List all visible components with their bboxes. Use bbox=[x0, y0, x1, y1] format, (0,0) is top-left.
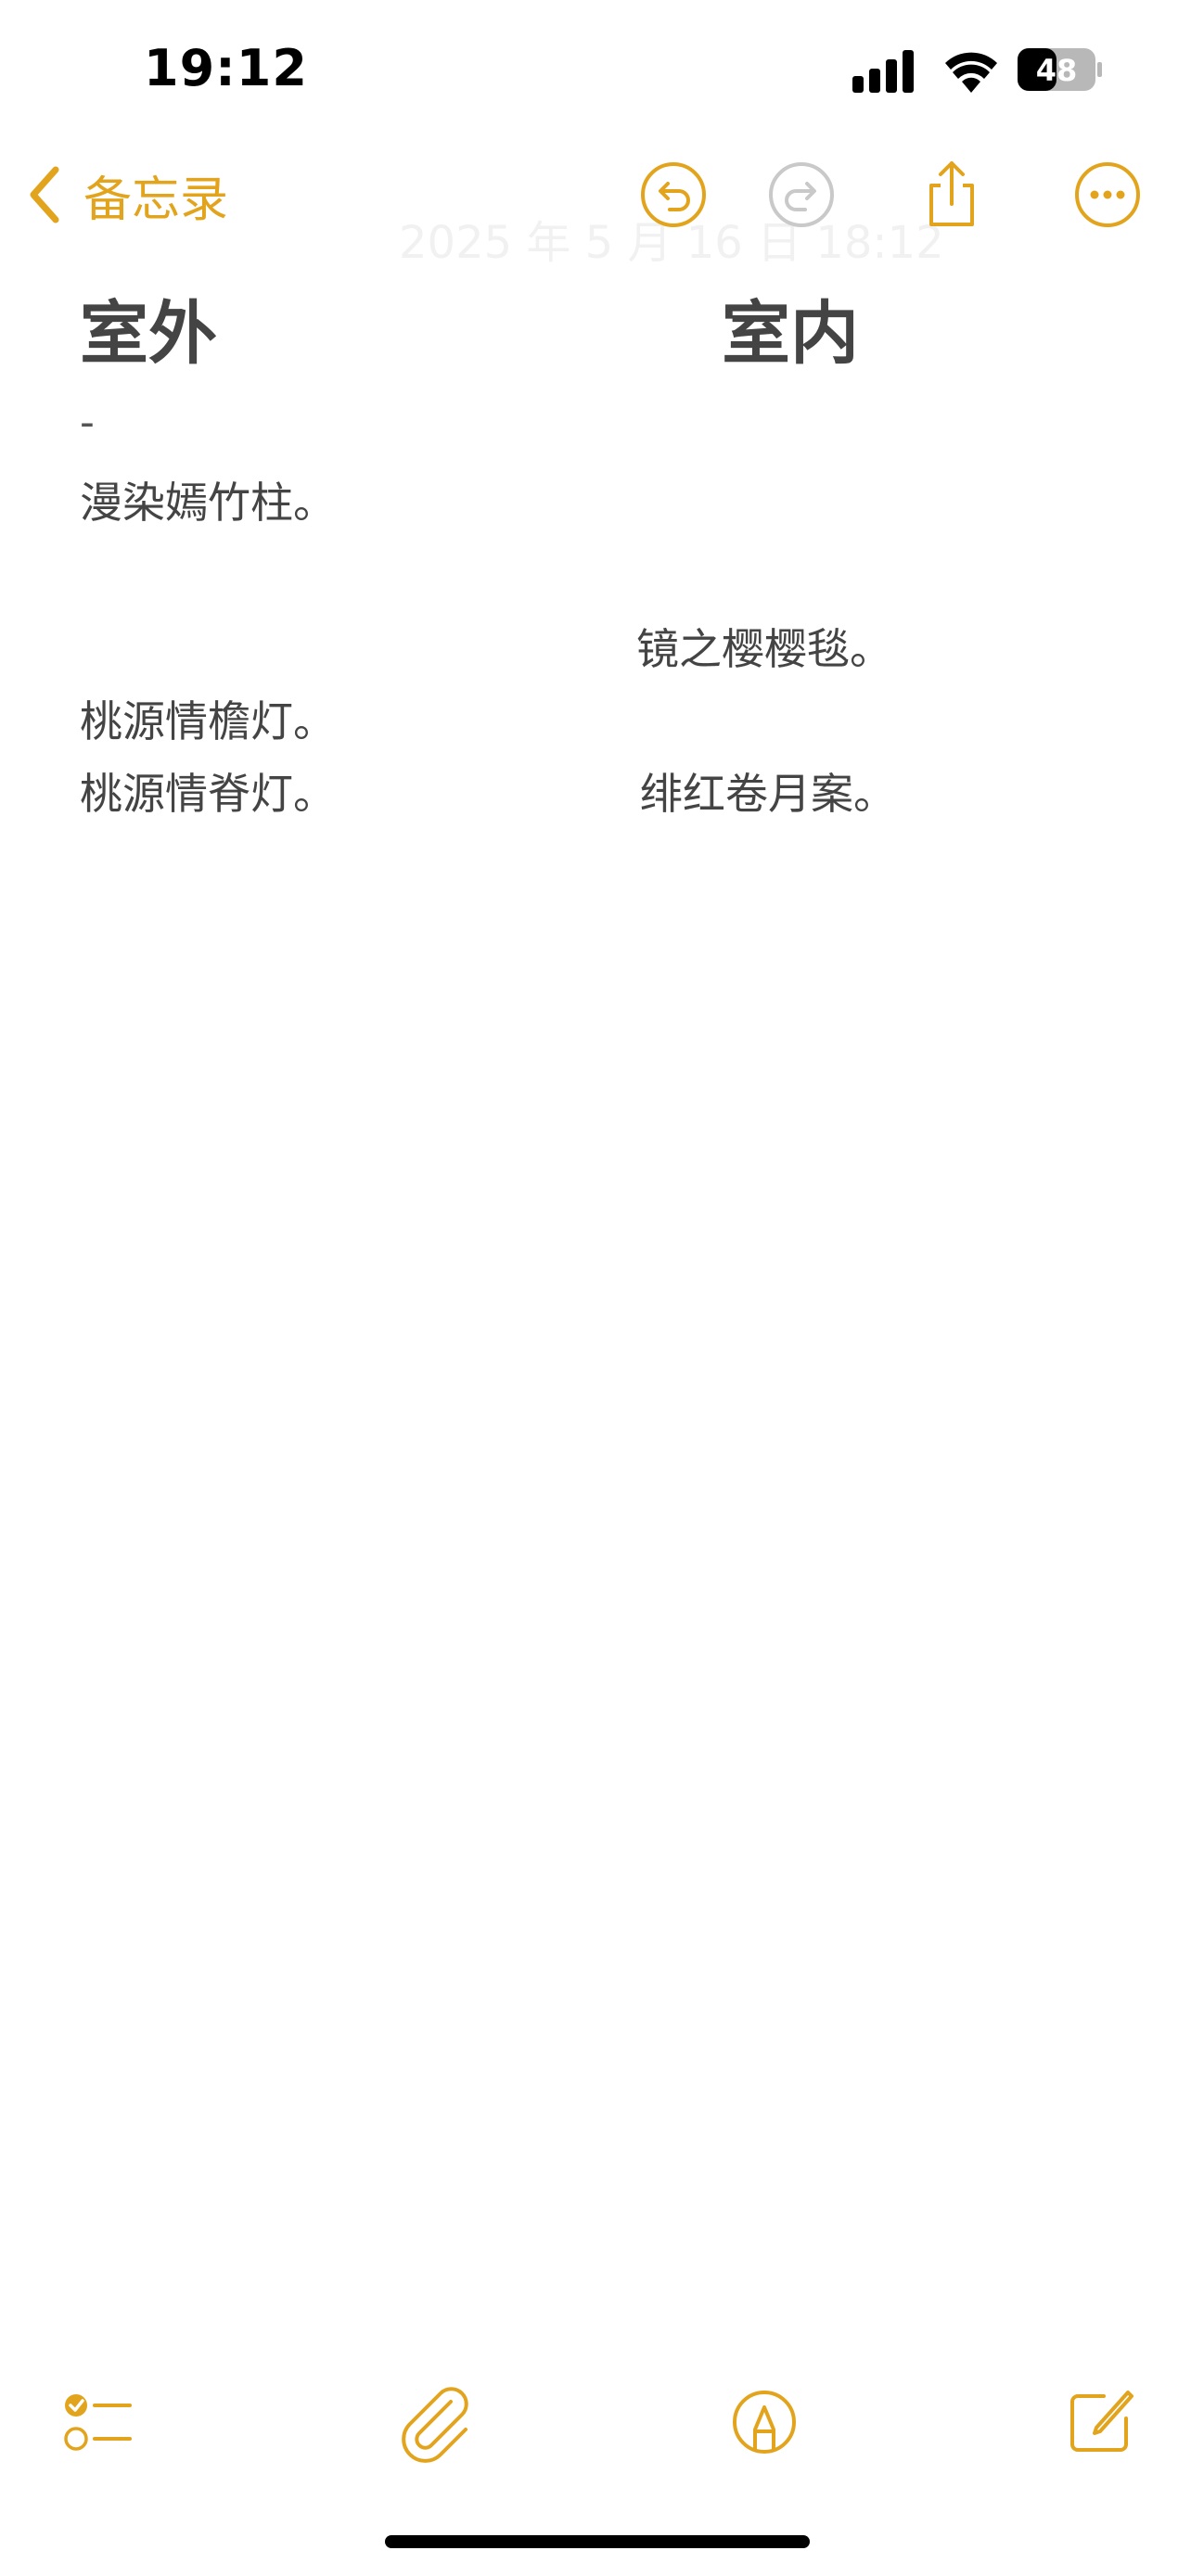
nav-bar: 2025 年 5 月 16 日 18:12 备忘录 bbox=[0, 139, 1191, 269]
paperclip-icon bbox=[402, 2387, 468, 2463]
markup-button[interactable] bbox=[718, 2374, 811, 2467]
heading-indoor: 室内 bbox=[722, 294, 859, 374]
checklist-icon bbox=[64, 2394, 132, 2451]
note-dash: - bbox=[80, 399, 95, 446]
note-line: 漫染嫣竹柱。 bbox=[80, 478, 336, 528]
battery-icon: 48 bbox=[1018, 48, 1102, 91]
note-line: 镜之樱樱毯。 bbox=[636, 624, 892, 674]
note-line: 桃源情檐灯。 bbox=[80, 696, 336, 746]
pen-tip-icon bbox=[733, 2391, 796, 2454]
note-line: 桃源情脊灯。 bbox=[80, 769, 336, 819]
share-button[interactable] bbox=[916, 159, 987, 230]
status-bar: 19:12 48 bbox=[0, 0, 1191, 139]
share-icon bbox=[929, 161, 974, 226]
more-icon bbox=[1075, 162, 1140, 227]
heading-outdoor: 室外 bbox=[80, 294, 217, 374]
bottom-toolbar bbox=[0, 2374, 1191, 2485]
status-time: 19:12 bbox=[144, 39, 308, 97]
more-button[interactable] bbox=[1072, 159, 1143, 230]
checklist-button[interactable] bbox=[52, 2374, 145, 2467]
compose-icon bbox=[1070, 2391, 1133, 2452]
attachment-button[interactable] bbox=[388, 2374, 480, 2467]
note-line: 绯红卷月案。 bbox=[640, 769, 896, 819]
back-label: 备忘录 bbox=[83, 172, 229, 228]
cellular-signal-icon bbox=[852, 50, 914, 93]
battery-level: 48 bbox=[1036, 53, 1078, 88]
status-icons: 48 bbox=[852, 48, 1102, 93]
home-indicator bbox=[385, 2535, 810, 2548]
wifi-icon bbox=[945, 52, 997, 93]
redo-button[interactable] bbox=[766, 159, 837, 230]
undo-icon bbox=[641, 162, 706, 227]
chevron-left-icon bbox=[30, 166, 59, 223]
redo-icon bbox=[769, 162, 834, 227]
back-button[interactable]: 备忘录 bbox=[28, 158, 228, 232]
compose-button[interactable] bbox=[1052, 2374, 1145, 2467]
undo-button[interactable] bbox=[638, 159, 709, 230]
